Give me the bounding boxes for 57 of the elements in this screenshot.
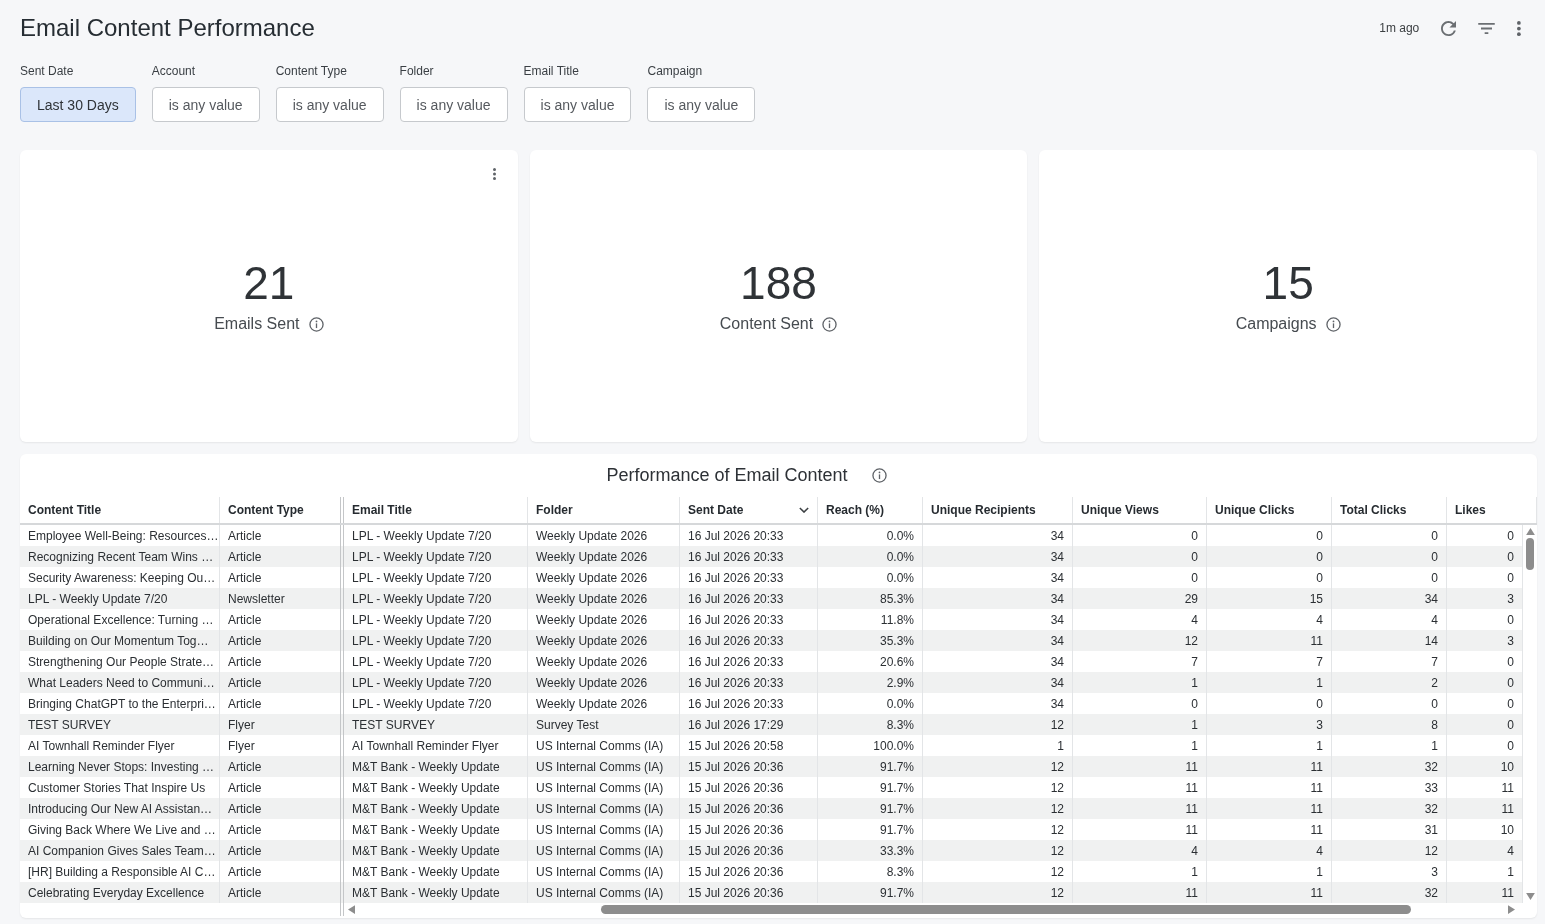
table-cell: Article	[220, 882, 344, 903]
info-icon[interactable]	[308, 316, 324, 332]
filter-label: Account	[151, 64, 196, 79]
filter-label: Folder	[399, 64, 434, 79]
column-header[interactable]: Reach (%)	[818, 497, 923, 523]
arrow-up-icon[interactable]	[1525, 528, 1535, 535]
filter-button[interactable]: is any value	[399, 87, 508, 122]
filter-button[interactable]: is any value	[151, 87, 260, 122]
info-icon[interactable]	[822, 316, 838, 332]
column-header[interactable]: Unique Recipients	[923, 497, 1073, 523]
more-options-icon[interactable]	[1517, 20, 1521, 36]
more-options-icon[interactable]	[492, 168, 496, 180]
column-header[interactable]: Total Clicks	[1332, 497, 1447, 523]
filter-label: Email Title	[523, 64, 579, 79]
arrow-right-icon[interactable]	[1508, 905, 1515, 914]
column-header[interactable]: Folder	[528, 497, 680, 523]
filter-label: Campaign	[647, 64, 703, 79]
table-cell: 32	[1332, 882, 1447, 903]
column-header[interactable]: Likes	[1447, 497, 1537, 523]
scrollbar-thumb[interactable]	[600, 905, 1411, 914]
info-icon[interactable]	[1325, 316, 1341, 332]
stat-value: 21	[243, 258, 295, 308]
filter-label: Content Type	[275, 64, 347, 79]
table-cell: M&T Bank - Weekly Update	[344, 882, 528, 903]
stat-label: Campaigns	[1235, 314, 1317, 334]
refresh-icon[interactable]	[1441, 20, 1457, 36]
column-header[interactable]: Sent Date	[680, 497, 818, 523]
stat-value: 188	[740, 258, 817, 308]
table-cell: 11	[1073, 882, 1207, 903]
table-cell: 15 Jul 2026 20:36	[680, 882, 818, 903]
info-icon[interactable]	[871, 468, 887, 483]
scrollbar-thumb[interactable]	[1526, 538, 1534, 570]
table-cell: 91.7%	[818, 882, 923, 903]
table-cell: 11	[1447, 882, 1523, 903]
arrow-left-icon[interactable]	[348, 905, 355, 914]
filter-icon[interactable]	[1478, 22, 1496, 34]
table-title: Performance of Email Content	[606, 465, 848, 486]
dashboard-title: Email Content Performance	[20, 14, 315, 42]
table-cell: US Internal Comms (IA)	[528, 882, 680, 903]
table-cell: 12	[923, 882, 1073, 903]
arrow-down-icon[interactable]	[1525, 893, 1535, 900]
column-header[interactable]: Content Title	[20, 497, 220, 523]
stat-label: Emails Sent	[214, 314, 300, 334]
last-updated-text: 1m ago	[1379, 21, 1420, 35]
column-header[interactable]: Unique Views	[1073, 497, 1207, 523]
filter-button[interactable]: is any value	[647, 87, 756, 122]
stat-label: Content Sent	[719, 314, 814, 334]
filter-button[interactable]: Last 30 Days	[20, 87, 136, 122]
table-cell: Celebrating Everyday Excellence	[20, 882, 220, 903]
column-header[interactable]: Email Title	[344, 497, 528, 523]
column-header[interactable]: Unique Clicks	[1207, 497, 1332, 523]
chevron-down-icon[interactable]	[799, 507, 809, 513]
filter-button[interactable]: is any value	[275, 87, 384, 122]
stat-value: 15	[1262, 258, 1314, 308]
table-cell: 11	[1207, 882, 1332, 903]
filter-label: Sent Date	[20, 64, 74, 79]
filter-button[interactable]: is any value	[523, 87, 632, 122]
